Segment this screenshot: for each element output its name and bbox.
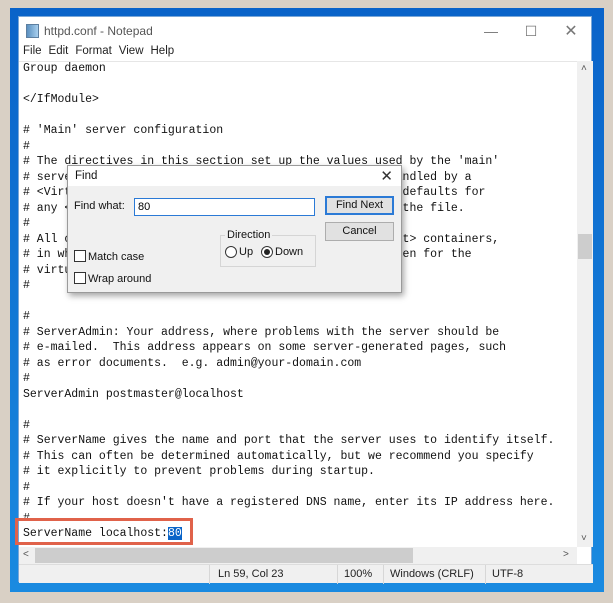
scroll-right-icon[interactable]: > [563,549,569,560]
editor-line: # [23,480,30,494]
direction-label: Direction [225,229,273,241]
cancel-button[interactable]: Cancel [325,222,394,241]
wrap-around-label[interactable]: Wrap around [88,273,151,285]
match-case-label[interactable]: Match case [88,251,144,263]
notepad-icon [26,24,39,38]
vertical-scroll-thumb[interactable] [578,234,592,259]
find-what-label: Find what: [74,200,125,212]
window-title: httpd.conf - Notepad [44,24,153,38]
divider [383,565,384,584]
horizontal-scroll-thumb[interactable] [35,548,413,563]
find-dialog: Find ✕ Find what: Find Next Cancel Direc… [67,165,402,293]
menu-format[interactable]: Format [75,45,111,61]
menu-edit[interactable]: Edit [49,45,69,61]
editor-line: # [23,139,30,153]
scroll-left-icon[interactable]: < [23,549,29,560]
direction-down-label[interactable]: Down [275,246,303,258]
cursor-position: Ln 59, Col 23 [218,568,284,580]
divider [485,565,486,584]
editor-line: # [23,418,30,432]
annotation-highlight-box [15,518,193,545]
close-icon[interactable]: ✕ [380,167,393,185]
notepad-window: httpd.conf - Notepad — ☐ ✕ File Edit For… [18,16,593,584]
menu-view[interactable]: View [119,45,144,61]
editor-line: # 'Main' server configuration [23,124,224,137]
editor-line: # If your host doesn't have a registered… [23,496,555,509]
editor-line: </IfModule> [23,93,99,106]
editor-line: # [23,310,30,323]
title-bar: httpd.conf - Notepad — ☐ ✕ [19,17,591,45]
wrap-around-checkbox[interactable] [74,272,86,284]
minimize-icon[interactable]: — [471,17,511,45]
editor-line: ServerAdmin postmaster@localhost [23,387,244,401]
vertical-scrollbar[interactable]: ˄ ˅ [577,61,593,547]
line-ending: Windows (CRLF) [390,568,474,580]
editor-line: # [23,372,30,385]
find-next-button[interactable]: Find Next [325,196,394,215]
editor-text: Group daemon </IfModule> # 'Main' server… [23,62,555,542]
match-case-checkbox[interactable] [74,250,86,262]
encoding: UTF-8 [492,568,524,580]
find-dialog-title-bar: Find ✕ [68,166,401,186]
direction-up-label[interactable]: Up [239,246,253,258]
find-dialog-title: Find [75,170,98,182]
editor-line: # it explicitly to prevent problems duri… [23,465,375,478]
divider [337,565,338,584]
editor-line: # ServerAdmin: Your address, where probl… [23,325,500,339]
find-what-input[interactable] [134,198,315,216]
direction-down-radio[interactable] [261,246,273,258]
editor-line: # as error documents. e.g. admin@your-do… [23,356,362,370]
editor-line: Group daemon [23,62,106,75]
scroll-up-icon[interactable]: ˄ [581,63,587,74]
scroll-down-icon[interactable]: ˅ [581,533,587,544]
editor-line: # ServerName gives the name and port tha… [23,434,555,447]
close-icon[interactable]: ✕ [551,17,591,45]
direction-up-radio[interactable] [225,246,237,258]
horizontal-scrollbar[interactable]: < > [19,547,577,564]
direction-group: Direction Up Down [220,229,316,267]
menu-file[interactable]: File [23,45,42,61]
maximize-icon[interactable]: ☐ [511,17,551,45]
status-bar: Ln 59, Col 23 100% Windows (CRLF) UTF-8 [19,564,593,584]
menu-help[interactable]: Help [151,45,175,61]
editor-line: # e-mailed. This address appears on some… [23,341,507,354]
text-editor[interactable]: Group daemon </IfModule> # 'Main' server… [19,61,577,547]
editor-line: # This can often be determined automatic… [23,449,534,463]
zoom-level: 100% [344,568,373,580]
menu-bar: File Edit Format View Help [19,45,181,61]
divider [209,565,210,584]
